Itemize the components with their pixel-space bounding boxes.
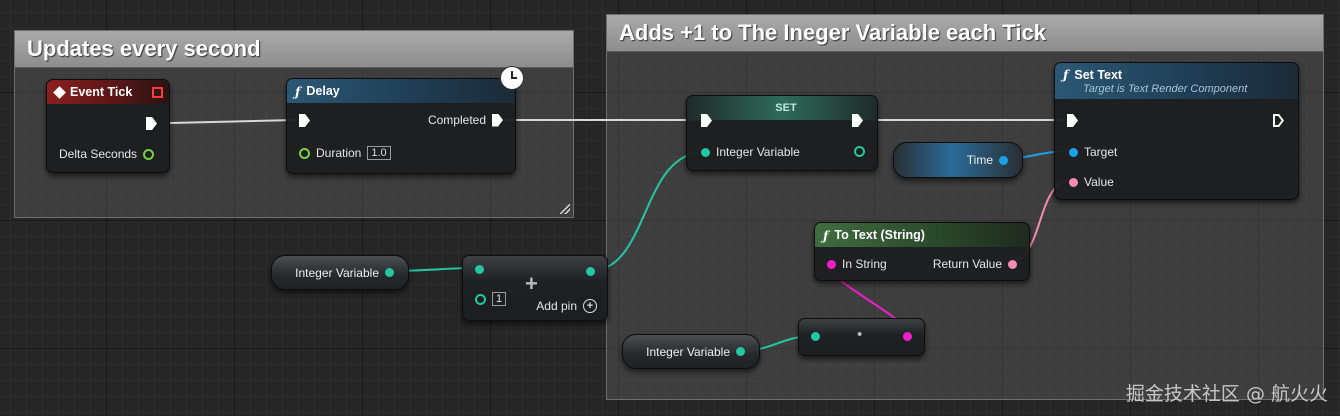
add-value-input[interactable]: 1	[492, 292, 507, 306]
pin-label: Add pin	[536, 299, 577, 313]
exec-pin-icon	[146, 117, 157, 130]
pin-label: Return Value	[932, 257, 1002, 271]
node-header: SET	[687, 96, 877, 120]
node-header: ƒ Delay	[287, 79, 515, 103]
add-output-pin[interactable]	[586, 267, 595, 276]
set-node[interactable]: SET Integer Variable	[686, 95, 878, 171]
text-pin-icon	[1008, 259, 1017, 269]
exec-in-pin[interactable]	[701, 114, 712, 127]
add-operator: +	[525, 271, 538, 296]
add-node[interactable]: + 1 Add pin +	[462, 255, 608, 321]
exec-pin-icon	[701, 114, 712, 127]
node-subtitle: Target is Text Render Component	[1083, 83, 1248, 95]
completed-pin[interactable]: Completed	[428, 113, 503, 127]
time-variable-node[interactable]: Time	[893, 142, 1023, 178]
node-title: Event Tick	[70, 85, 133, 99]
pin-label: Completed	[427, 113, 486, 127]
object-pin-icon	[1069, 147, 1078, 157]
string-pin-icon	[903, 332, 912, 341]
node-header: ƒ To Text (String)	[815, 223, 1029, 247]
stop-icon	[152, 86, 163, 98]
function-icon: ƒ	[295, 83, 301, 99]
event-tick-node[interactable]: Event Tick Delta Seconds	[46, 79, 170, 173]
add-input-a-pin[interactable]	[475, 265, 484, 274]
add-input-b-pin[interactable]: 1	[475, 292, 507, 306]
integer-pin-icon[interactable]	[736, 347, 745, 356]
integer-variable-out-pin[interactable]	[854, 146, 865, 157]
pin-label: Target	[1084, 145, 1118, 159]
exec-pin-icon	[1067, 114, 1078, 127]
integer-pin-icon	[586, 267, 595, 276]
float-pin-icon	[143, 148, 155, 160]
exec-in-pin[interactable]	[299, 114, 310, 127]
string-pin-icon	[827, 259, 836, 269]
exec-pin-icon	[492, 113, 503, 127]
exec-pin-icon	[852, 114, 863, 127]
clock-icon	[500, 66, 524, 90]
pin-label: Value	[1084, 175, 1114, 189]
integer-pin-icon	[475, 265, 484, 274]
integer-wire	[589, 151, 706, 272]
conversion-out-pin[interactable]	[903, 332, 912, 341]
integer-pin-icon[interactable]	[385, 268, 394, 277]
integer-variable-get-node[interactable]: Integer Variable	[622, 334, 760, 369]
pin-label: Integer Variable	[716, 145, 800, 159]
add-pin-button[interactable]: Add pin +	[536, 299, 597, 313]
delta-seconds-pin[interactable]: Delta Seconds	[59, 147, 155, 161]
conversion-node[interactable]: •	[798, 318, 925, 356]
float-pin-icon	[299, 147, 310, 159]
exec-pin-icon	[1273, 114, 1284, 127]
exec-pin-icon	[299, 114, 310, 127]
duration-pin[interactable]: Duration 1.0	[299, 146, 391, 160]
node-title: Delay	[306, 84, 340, 98]
watermark: 掘金技术社区 @ 航火火	[1125, 383, 1328, 405]
set-text-node[interactable]: ƒ Set Text Target is Text Render Compone…	[1054, 62, 1299, 200]
integer-variable-in-pin[interactable]: Integer Variable	[701, 145, 800, 159]
text-pin-icon	[1069, 177, 1078, 187]
node-label: Integer Variable	[295, 265, 379, 280]
value-pin[interactable]: Value	[1069, 175, 1114, 189]
node-title: Set Text	[1074, 67, 1123, 82]
integer-pin-icon	[475, 293, 486, 305]
object-pin-icon[interactable]	[999, 155, 1008, 165]
node-header: Event Tick	[47, 80, 169, 104]
integer-variable-get-node[interactable]: Integer Variable	[271, 255, 409, 290]
target-pin[interactable]: Target	[1069, 145, 1117, 159]
return-value-pin[interactable]: Return Value	[933, 257, 1017, 271]
to-text-string-node[interactable]: ƒ To Text (String) In String Return Valu…	[814, 222, 1030, 281]
exec-out-pin[interactable]	[852, 114, 863, 127]
exec-out-pin[interactable]	[146, 117, 157, 130]
conversion-in-pin[interactable]	[811, 332, 820, 341]
integer-pin-icon	[701, 147, 710, 157]
function-icon: ƒ	[1063, 67, 1069, 82]
in-string-pin[interactable]: In String	[827, 257, 887, 271]
add-pin-icon: +	[583, 299, 597, 313]
function-icon: ƒ	[823, 227, 829, 243]
pin-label: Duration	[316, 146, 362, 160]
node-header: ƒ Set Text Target is Text Render Compone…	[1055, 63, 1298, 99]
node-label: Integer Variable	[646, 344, 730, 359]
integer-pin-icon	[811, 332, 820, 341]
node-title: SET	[775, 102, 797, 114]
exec-wire	[169, 119, 296, 124]
node-title: To Text (String)	[834, 228, 925, 242]
pin-label: Delta Seconds	[59, 147, 138, 161]
node-label: Time	[966, 153, 993, 167]
exec-out-pin[interactable]	[1273, 114, 1284, 127]
delay-node[interactable]: ƒ Delay Completed Duration 1.0	[286, 78, 516, 174]
event-icon	[53, 85, 66, 99]
integer-pin-icon	[854, 146, 865, 157]
pin-label: In String	[842, 257, 887, 271]
duration-input[interactable]: 1.0	[367, 146, 391, 160]
conversion-operator: •	[857, 326, 863, 343]
exec-in-pin[interactable]	[1067, 114, 1078, 127]
